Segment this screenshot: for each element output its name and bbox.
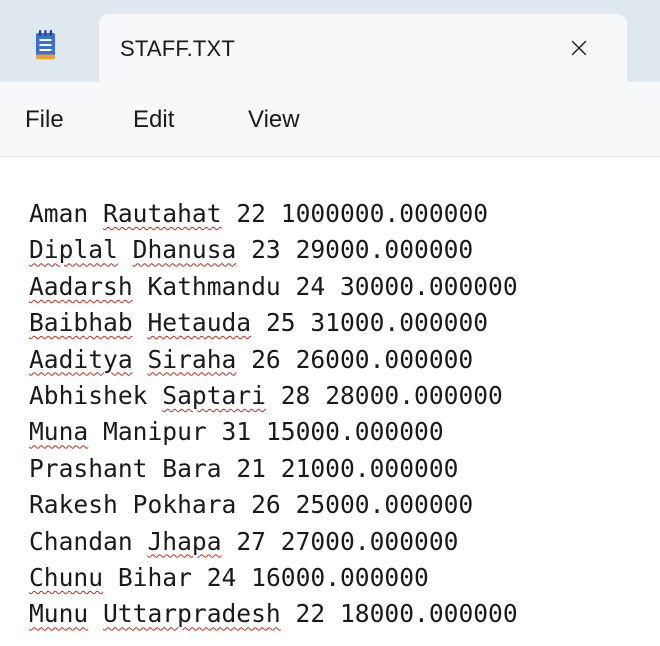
staff-age: 24 [206,562,237,592]
staff-age: 22 [295,599,326,629]
tab-title: STAFF.TXT [120,36,236,61]
staff-salary: 1000000.000000 [280,199,489,228]
staff-age: 26 [251,490,281,520]
staff-place: Rautahat [103,199,222,228]
menu-edit[interactable]: Edit [133,106,174,134]
staff-salary: 27000.000000 [280,526,459,556]
tab-staff-txt[interactable]: STAFF.TXT [99,14,627,82]
text-line: Abhishek Saptari 28 28000.000000 [29,378,518,414]
text-line: Prashant Bara 21 21000.000000 [29,451,518,487]
staff-place: Hetauda [147,308,252,338]
staff-salary: 26000.000000 [295,344,474,374]
menu-bar: File Edit View [0,82,660,157]
text-line: Chandan Jhapa 27 27000.000000 [29,524,518,560]
staff-name: Muna [29,417,89,447]
staff-age: 21 [236,453,266,483]
staff-place: Jhapa [147,526,222,556]
text-line: Chunu Bihar 24 16000.000000 [29,560,518,596]
staff-salary: 18000.000000 [339,599,518,629]
document-text[interactable]: Aman Rautahat 22 1000000.000000 Diplal Dh… [29,196,518,633]
text-editor[interactable]: Aman Rautahat 22 1000000.000000 Diplal Dh… [0,157,660,646]
staff-salary: 15000.000000 [265,417,444,447]
staff-name: Aadarsh [29,271,133,301]
staff-name: Prashant [29,453,148,483]
text-line: Aadarsh Kathmandu 24 30000.000000 [29,269,518,305]
notepad-window: STAFF.TXT File Edit View Aman Rautahat 2… [0,0,660,646]
staff-place: Uttarpradesh [103,599,281,629]
staff-name: Diplal [29,235,118,265]
text-line: Rakesh Pokhara 26 25000.000000 [29,487,518,523]
text-line: Aaditya Siraha 26 26000.000000 [29,342,518,378]
text-line: Diplal Dhanusa 23 29000.000000 [29,232,518,268]
staff-place: Pokhara [132,490,237,520]
staff-name: Baibhab [29,308,133,338]
staff-place: Dhanusa [132,235,237,265]
staff-salary: 31000.000000 [310,308,489,338]
title-bar: STAFF.TXT [0,0,660,82]
staff-place: Kathmandu [147,271,281,301]
staff-age: 31 [221,417,252,447]
staff-name: Chunu [29,562,104,592]
staff-name: Aman [29,199,89,228]
text-line: Muna Manipur 31 15000.000000 [29,414,518,450]
staff-age: 24 [295,271,326,301]
staff-age: 27 [236,526,266,556]
staff-salary: 30000.000000 [339,271,518,301]
text-line: Baibhab Hetauda 25 31000.000000 [29,305,518,341]
staff-place: Saptari [162,380,266,410]
staff-age: 28 [280,380,311,410]
staff-place: Bara [162,453,222,483]
staff-age: 26 [251,344,281,374]
staff-place: Bihar [117,562,192,592]
staff-age: 22 [236,199,266,228]
menu-file[interactable]: File [25,106,64,134]
staff-salary: 21000.000000 [280,453,459,483]
close-tab-button[interactable] [561,30,597,66]
text-line: Munu Uttarpradesh 22 18000.000000 [29,596,518,632]
staff-age: 23 [251,235,281,265]
staff-age: 25 [265,308,296,338]
staff-name: Abhishek [29,380,148,410]
staff-place: Manipur [103,417,207,447]
staff-place: Siraha [147,344,237,374]
staff-name: Chandan [29,526,133,556]
staff-salary: 16000.000000 [251,562,429,592]
staff-salary: 29000.000000 [295,235,474,265]
text-line: Aman Rautahat 22 1000000.000000 [29,196,518,232]
staff-name: Rakesh [29,490,118,520]
staff-name: Munu [29,599,89,629]
close-icon [571,40,587,56]
staff-name: Aaditya [29,344,133,374]
notepad-icon [35,30,56,60]
staff-salary: 28000.000000 [325,380,503,410]
menu-view[interactable]: View [248,106,300,134]
staff-salary: 25000.000000 [295,490,474,520]
